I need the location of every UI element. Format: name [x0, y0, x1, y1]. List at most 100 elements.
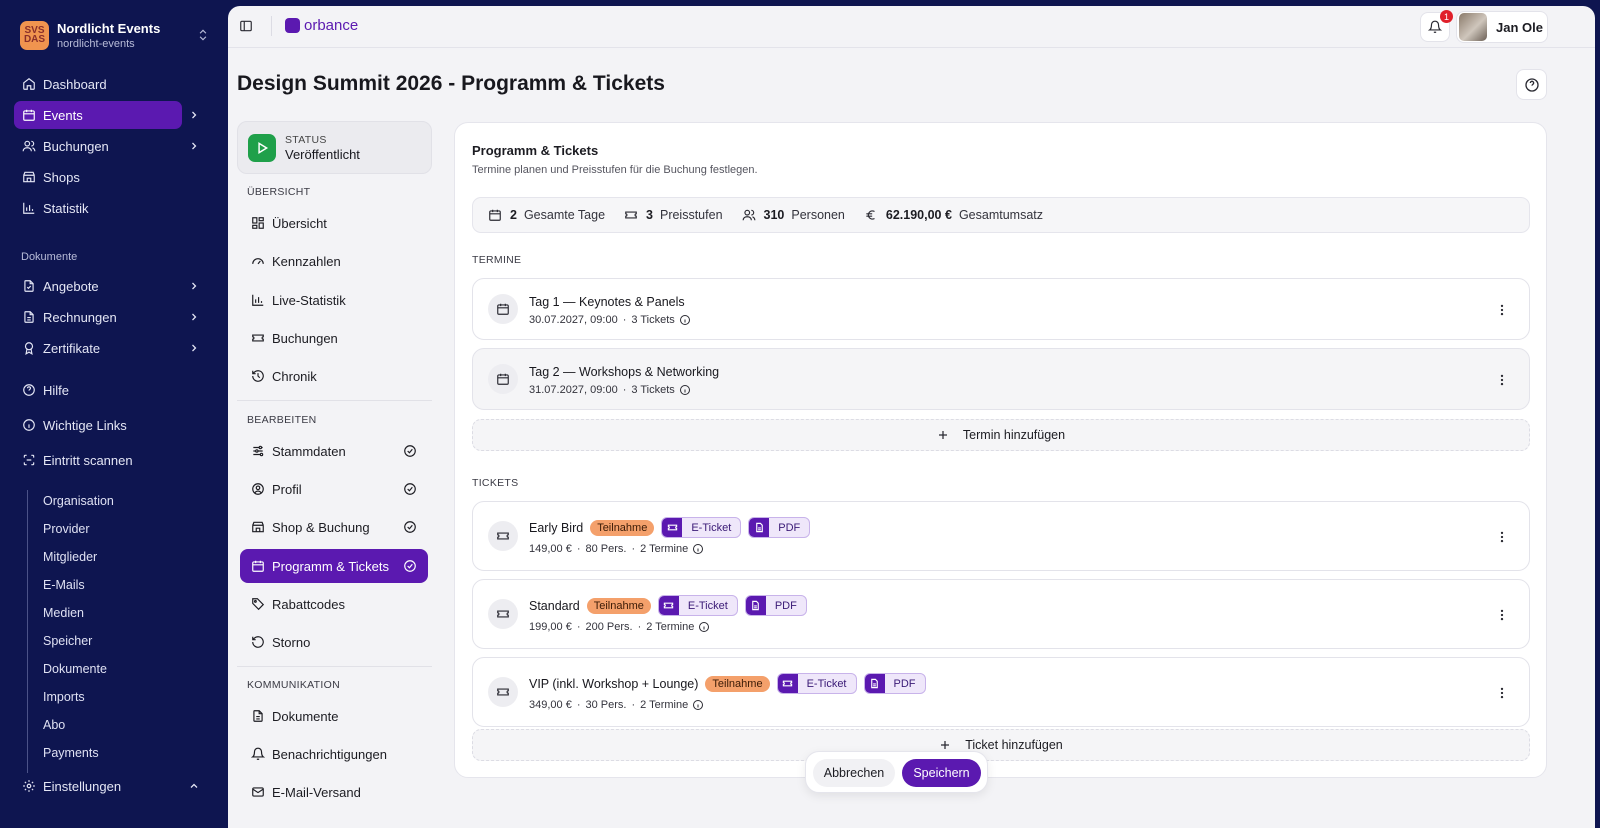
sidebar-sub-provider[interactable]: Provider	[43, 522, 90, 536]
subnav-rabattcodes[interactable]: Rabattcodes	[240, 587, 428, 621]
plus-icon	[938, 431, 947, 439]
more-vertical-icon[interactable]	[1495, 530, 1509, 544]
help-button[interactable]	[1516, 69, 1547, 100]
status-play-icon	[248, 133, 276, 162]
form-actions-bar: Abbrechen Speichern	[805, 751, 988, 793]
ticket-meta: 199,00 € · 200 Pers. · 2 Termine	[529, 621, 710, 633]
subnav-live-statistik[interactable]: Live-Statistik	[240, 283, 428, 317]
file-text-icon	[253, 710, 263, 722]
info-icon[interactable]	[692, 543, 704, 555]
date-row[interactable]: Tag 1 — Keynotes & Panels 30.07.2027, 09…	[472, 278, 1530, 340]
ticket-icon	[662, 518, 683, 537]
sidebar-item-angebote[interactable]: Angebote	[14, 272, 197, 300]
calendar-icon	[489, 209, 501, 221]
sidebar-item-buchungen[interactable]: Buchungen	[14, 132, 197, 160]
file-icon	[749, 518, 770, 537]
subnav-benachrichtigungen[interactable]: Benachrichtigungen	[240, 737, 428, 771]
subnav-dokumente[interactable]: Dokumente	[240, 699, 428, 733]
chevron-right-icon	[192, 142, 197, 150]
info-icon[interactable]	[679, 314, 691, 326]
sidebar-item-wichtige-links[interactable]: Wichtige Links	[14, 411, 182, 439]
sidebar-item-events[interactable]: Events	[14, 101, 197, 129]
sidebar-item-rechnungen[interactable]: Rechnungen	[14, 303, 197, 331]
org-slug: nordlicht-events	[57, 37, 135, 50]
cancel-button[interactable]: Abbrechen	[813, 759, 895, 787]
award-icon	[24, 342, 34, 355]
sidebar-item-zertifikate[interactable]: Zertifikate	[14, 334, 197, 362]
sidebar-toggle-icon[interactable]	[239, 19, 253, 33]
info-icon[interactable]	[679, 384, 691, 396]
ticket-name: Early Bird	[529, 520, 584, 535]
subnav-email-versand[interactable]: E-Mail-Versand	[240, 775, 428, 809]
ticket-title: Standard Teilnahme E-Ticket PDF	[529, 595, 807, 616]
gear-icon	[23, 780, 35, 792]
help-circle-icon	[1524, 77, 1539, 92]
date-row[interactable]: Tag 2 — Workshops & Networking 31.07.202…	[472, 348, 1530, 410]
subnav-programm-tickets[interactable]: Programm & Tickets	[240, 549, 428, 583]
sidebar-sub-emails[interactable]: E-Mails	[43, 578, 85, 592]
chart-icon	[23, 202, 35, 214]
subnav-profil[interactable]: Profil	[240, 472, 428, 506]
org-name: Nordlicht Events	[57, 20, 161, 36]
sidebar-sub-abo[interactable]: Abo	[43, 718, 65, 732]
sidebar-sub-imports[interactable]: Imports	[43, 690, 85, 704]
ticket-icon	[252, 334, 264, 342]
subnav-chronik[interactable]: Chronik	[240, 359, 428, 393]
brand-logo[interactable]: orbance	[285, 17, 358, 34]
sidebar-sub-mitglieder[interactable]: Mitglieder	[43, 550, 97, 564]
subnav-buchungen[interactable]: Buchungen	[240, 321, 428, 355]
store-icon	[23, 171, 35, 183]
sidebar-item-hilfe[interactable]: Hilfe	[14, 376, 182, 404]
more-vertical-icon[interactable]	[1495, 608, 1509, 622]
file-text-icon	[24, 311, 34, 323]
ticket-type-badge: Teilnahme	[590, 519, 655, 536]
sidebar-sub-organisation[interactable]: Organisation	[43, 494, 114, 508]
sidebar-item-dashboard[interactable]: Dashboard	[14, 70, 182, 98]
subnav-section-overview: ÜBERSICHT	[247, 186, 311, 198]
eticket-badge: E-Ticket	[657, 595, 738, 616]
notifications-button[interactable]: 1	[1420, 10, 1453, 42]
sidebar-item-einstellungen[interactable]: Einstellungen	[14, 772, 198, 800]
sidebar-item-eintritt-scannen[interactable]: Eintritt scannen	[14, 446, 182, 474]
chevron-right-icon	[192, 344, 197, 352]
info-icon[interactable]	[692, 699, 704, 711]
ticket-row[interactable]: VIP (inkl. Workshop + Lounge) Teilnahme …	[472, 657, 1530, 727]
sidebar-item-statistik[interactable]: Statistik	[14, 194, 182, 222]
add-ticket-button[interactable]: Ticket hinzufügen	[472, 729, 1530, 761]
status-card[interactable]: STATUS Veröffentlicht	[237, 121, 432, 174]
subnav-kennzahlen[interactable]: Kennzahlen	[240, 244, 428, 278]
subnav-divider	[237, 666, 432, 667]
user-menu[interactable]: Jan Ole	[1456, 11, 1548, 43]
more-vertical-icon[interactable]	[1495, 303, 1509, 317]
sidebar-sub-medien[interactable]: Medien	[43, 606, 84, 620]
user-name: Jan Ole	[1496, 19, 1543, 35]
sidebar-sub-payments[interactable]: Payments	[43, 746, 99, 760]
sidebar-sub-dokumente[interactable]: Dokumente	[43, 662, 107, 676]
sidebar-item-shops[interactable]: Shops	[14, 163, 182, 191]
eticket-badge: E-Ticket	[776, 673, 857, 694]
calendar-icon	[252, 560, 264, 572]
sidebar: SVS DAS Nordlicht Events nordlicht-event…	[0, 0, 226, 828]
sidebar-section-documents: Dokumente	[21, 251, 78, 263]
sidebar-sub-speicher[interactable]: Speicher	[43, 634, 92, 648]
info-icon[interactable]	[698, 621, 710, 633]
subnav-shop-buchung[interactable]: Shop & Buchung	[240, 510, 428, 544]
home-icon	[23, 78, 35, 90]
org-switcher[interactable]: SVS DAS Nordlicht Events nordlicht-event…	[20, 18, 210, 52]
pdf-badge: PDF	[863, 673, 926, 694]
subnav-stammdaten[interactable]: Stammdaten	[240, 434, 428, 468]
subnav-uebersicht[interactable]: Übersicht	[240, 206, 428, 240]
ticket-row[interactable]: Standard Teilnahme E-Ticket PDF 199,00 €…	[472, 579, 1530, 649]
more-vertical-icon[interactable]	[1495, 373, 1509, 387]
save-button[interactable]: Speichern	[902, 759, 981, 787]
dates-section-label: TERMINE	[472, 254, 522, 266]
more-vertical-icon[interactable]	[1495, 686, 1509, 700]
add-date-button[interactable]: Termin hinzufügen	[472, 419, 1530, 451]
date-title: Tag 1 — Keynotes & Panels	[529, 295, 685, 309]
status-value: Veröffentlicht	[285, 146, 360, 162]
chevron-up-icon	[190, 783, 198, 788]
topbar: orbance 1 Jan Ole	[228, 6, 1595, 48]
subnav-storno[interactable]: Storno	[240, 625, 428, 659]
date-title: Tag 2 — Workshops & Networking	[529, 365, 720, 379]
ticket-row[interactable]: Early Bird Teilnahme E-Ticket PDF 149,00…	[472, 501, 1530, 571]
